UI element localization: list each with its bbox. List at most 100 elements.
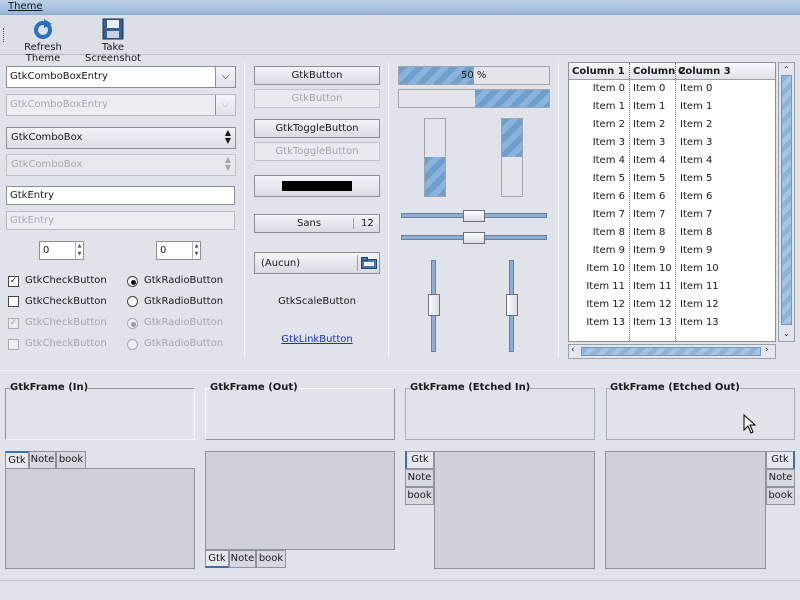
horizontal-scroll-thumb[interactable]: [581, 347, 761, 356]
tree-cell-col3[interactable]: Item 3: [680, 137, 712, 148]
check-button-2-label[interactable]: GtkCheckButton: [25, 296, 107, 307]
tree-cell-col2[interactable]: Item 13: [633, 317, 672, 328]
tree-cell-col3[interactable]: Item 12: [680, 299, 719, 310]
toggle-button[interactable]: GtkToggleButton: [254, 119, 380, 138]
scale-button[interactable]: GtkScaleButton: [254, 296, 380, 307]
tree-cell-col2[interactable]: Item 9: [633, 245, 665, 256]
tree-cell-col3[interactable]: Item 4: [680, 155, 712, 166]
tree-cell-col2[interactable]: Item 8: [633, 227, 665, 238]
tree-cell-col1[interactable]: Item 11: [586, 281, 625, 292]
notebook-top-tab-book[interactable]: book: [56, 451, 86, 469]
tree-cell-col3[interactable]: Item 6: [680, 191, 712, 202]
notebook-right-tab-gtk[interactable]: Gtk: [766, 451, 795, 469]
tree-cell-col1[interactable]: Item 2: [593, 119, 625, 130]
tree-cell-col1[interactable]: Item 6: [593, 191, 625, 202]
link-button[interactable]: GtkLinkButton: [254, 334, 380, 345]
combo-box-entry-text[interactable]: GtkComboBoxEntry: [10, 71, 108, 82]
tree-cell-col2[interactable]: Item 6: [633, 191, 665, 202]
tree-cell-col2[interactable]: Item 5: [633, 173, 665, 184]
combo-box-entry[interactable]: GtkComboBoxEntry ⌵: [6, 66, 236, 88]
radio-button-2-label[interactable]: GtkRadioButton: [144, 296, 223, 307]
notebook-bottom-tab-note[interactable]: Note: [229, 550, 256, 568]
check-button-1-label[interactable]: GtkCheckButton: [25, 275, 107, 286]
tree-cell-col1[interactable]: Item 7: [593, 209, 625, 220]
column-3-header[interactable]: Column 3: [678, 66, 731, 77]
check-button-2-box[interactable]: [8, 296, 19, 307]
tree-cell-col1[interactable]: Item 0: [593, 83, 625, 94]
tree-cell-col3[interactable]: Item 7: [680, 209, 712, 220]
check-button-1-box[interactable]: ✓: [8, 276, 19, 287]
spin-button-2-value[interactable]: 0: [160, 245, 166, 256]
spin-button-1-value[interactable]: 0: [43, 245, 49, 256]
tree-cell-col3[interactable]: Item 8: [680, 227, 712, 238]
menu-theme[interactable]: Theme: [8, 1, 43, 12]
tree-cell-col1[interactable]: Item 4: [593, 155, 625, 166]
color-button[interactable]: [254, 175, 380, 197]
tree-cell-col1[interactable]: Item 9: [593, 245, 625, 256]
notebook-left-tab-note[interactable]: Note: [405, 469, 434, 487]
hscale-2-slider[interactable]: [463, 232, 485, 244]
notebook-left-tab-gtk[interactable]: Gtk: [405, 451, 434, 469]
tree-cell-col2[interactable]: Item 2: [633, 119, 665, 130]
entry-text[interactable]: GtkEntry: [10, 190, 54, 201]
tree-cell-col2[interactable]: Item 12: [633, 299, 672, 310]
tree-cell-col3[interactable]: Item 13: [680, 317, 719, 328]
spin-button-1[interactable]: 0 ▲ ▼: [39, 241, 84, 260]
tree-horizontal-scrollbar[interactable]: ‹ ›: [568, 344, 776, 359]
scroll-up-icon[interactable]: ⌃: [783, 65, 790, 74]
notebook-top-tab-gtk[interactable]: Gtk: [5, 451, 29, 469]
tree-vertical-scrollbar[interactable]: ⌃ ⌄: [778, 62, 795, 342]
tree-cell-col3[interactable]: Item 1: [680, 101, 712, 112]
tree-cell-col2[interactable]: Item 11: [633, 281, 672, 292]
vscale-2-slider[interactable]: [506, 294, 518, 316]
tree-cell-col1[interactable]: Item 5: [593, 173, 625, 184]
radio-button-1-circle[interactable]: [127, 276, 138, 287]
toolbar-grip[interactable]: [3, 28, 6, 42]
notebook-bottom-tab-gtk[interactable]: Gtk: [205, 550, 229, 568]
file-chooser-button[interactable]: (Aucun): [254, 252, 380, 274]
font-button[interactable]: Sans 12: [254, 214, 380, 233]
tree-cell-col2[interactable]: Item 7: [633, 209, 665, 220]
tree-cell-col2[interactable]: Item 10: [633, 263, 672, 274]
take-screenshot-button[interactable]: Take Screenshot: [78, 18, 148, 64]
notebook-top-tab-note[interactable]: Note: [29, 451, 56, 469]
tree-cell-col1[interactable]: Item 13: [586, 317, 625, 328]
notebook-right-tab-book[interactable]: book: [766, 487, 795, 505]
gtk-button[interactable]: GtkButton: [254, 66, 380, 85]
column-1-header[interactable]: Column 1: [572, 66, 625, 77]
radio-button-1-label[interactable]: GtkRadioButton: [144, 275, 223, 286]
tree-cell-col1[interactable]: Item 8: [593, 227, 625, 238]
tree-cell-col3[interactable]: Item 11: [680, 281, 719, 292]
tree-cell-col2[interactable]: Item 0: [633, 83, 665, 94]
tree-cell-col3[interactable]: Item 10: [680, 263, 719, 274]
tree-cell-col3[interactable]: Item 0: [680, 83, 712, 94]
radio-button-2-circle[interactable]: [127, 296, 138, 307]
spin-arrows-icon[interactable]: ▲ ▼: [75, 242, 83, 259]
notebook-right-tab-note[interactable]: Note: [766, 469, 795, 487]
spin-button-2[interactable]: 0 ▲ ▼: [156, 241, 201, 260]
entry[interactable]: GtkEntry: [6, 186, 235, 205]
tree-cell-col3[interactable]: Item 5: [680, 173, 712, 184]
chevron-down-icon[interactable]: ⌵: [215, 67, 235, 87]
tree-view[interactable]: Column 1 Column 2 Column 3 Item 0 Item 0 I…: [568, 62, 776, 342]
notebook-bottom-tab-book[interactable]: book: [256, 550, 286, 568]
scroll-down-icon[interactable]: ⌄: [783, 329, 790, 338]
tree-cell-col3[interactable]: Item 2: [680, 119, 712, 130]
hscale-1-slider[interactable]: [463, 210, 485, 222]
tree-cell-col1[interactable]: Item 1: [593, 101, 625, 112]
tree-cell-col1[interactable]: Item 3: [593, 137, 625, 148]
spin-arrows-icon[interactable]: ▲ ▼: [192, 242, 200, 259]
tree-cell-col1[interactable]: Item 10: [586, 263, 625, 274]
scroll-right-icon[interactable]: ›: [765, 345, 769, 355]
scroll-thumb[interactable]: [781, 75, 792, 325]
tree-cell-col3[interactable]: Item 9: [680, 245, 712, 256]
tree-cell-col2[interactable]: Item 3: [633, 137, 665, 148]
scroll-left-icon[interactable]: ‹: [571, 345, 575, 355]
notebook-left-tab-book[interactable]: book: [405, 487, 434, 505]
tree-cell-col2[interactable]: Item 4: [633, 155, 665, 166]
vscale-1-slider[interactable]: [428, 294, 440, 316]
tree-cell-col1[interactable]: Item 12: [586, 299, 625, 310]
tree-cell-col2[interactable]: Item 1: [633, 101, 665, 112]
combo-box[interactable]: GtkComboBox ▲ ▼: [6, 127, 236, 149]
refresh-theme-button[interactable]: Refresh Theme: [10, 18, 76, 64]
